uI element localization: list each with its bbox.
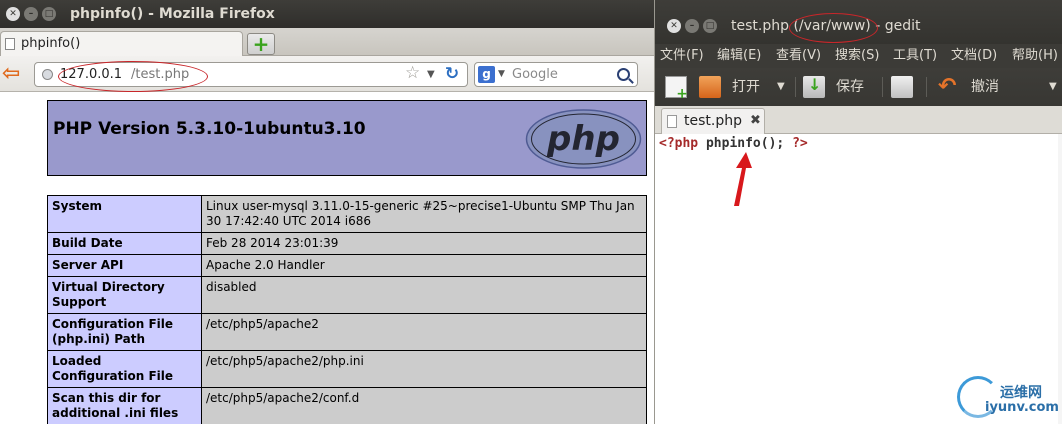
close-icon[interactable]: ✕ (667, 19, 681, 33)
firefox-title-bar: ✕ – □ phpinfo() - Mozilla Firefox (0, 0, 654, 28)
php-logo-icon: php (525, 109, 642, 169)
php-open-tag: <?php (659, 136, 699, 151)
maximize-icon[interactable]: □ (42, 7, 56, 21)
title-app: - gedit (875, 18, 921, 34)
new-tab-button[interactable]: + (247, 33, 275, 55)
gedit-window: ✕ – □ test.php (/var/www) - gedit 文件(F) … (654, 0, 1062, 424)
tab-test-php[interactable]: test.php ✖ (661, 108, 765, 134)
row-key: System (47, 195, 202, 233)
phpinfo-header: PHP Version 5.3.10-1ubuntu3.10 php (47, 100, 647, 176)
menu-tools[interactable]: 工具(T) (893, 45, 937, 67)
firefox-window-title: phpinfo() - Mozilla Firefox (70, 6, 275, 22)
menu-edit[interactable]: 编辑(E) (717, 45, 761, 67)
new-document-icon[interactable] (665, 76, 688, 101)
chevron-down-icon[interactable]: ▼ (777, 68, 785, 106)
save-icon[interactable] (803, 76, 825, 98)
bookmark-star-icon[interactable]: ☆ (405, 62, 420, 85)
page-icon (5, 38, 15, 50)
gedit-toolbar: 打开 ▼ 保存 ↶ 撤消 ▼ (655, 68, 1062, 106)
save-button[interactable]: 保存 (836, 68, 864, 106)
search-placeholder: Google (512, 67, 558, 82)
open-button[interactable]: 打开 (732, 68, 760, 106)
watermark-cn: 运维网 (1000, 385, 1042, 401)
desktop: ✕ – □ phpinfo() - Mozilla Firefox phpinf… (0, 0, 1062, 424)
row-key: Loaded Configuration File (47, 350, 202, 388)
menu-search[interactable]: 搜索(S) (835, 45, 879, 67)
maximize-icon[interactable]: □ (703, 19, 717, 33)
table-row: Loaded Configuration File /etc/php5/apac… (47, 350, 647, 388)
close-icon[interactable]: ✕ (6, 7, 20, 21)
tab-label: test.php (684, 113, 742, 129)
menu-view[interactable]: 查看(V) (776, 45, 821, 67)
chevron-down-icon[interactable]: ▼ (498, 63, 505, 86)
table-row: Server API Apache 2.0 Handler (47, 254, 647, 277)
menu-file[interactable]: 文件(F) (660, 45, 704, 67)
title-file: test.php (731, 18, 789, 34)
annotation-arrow-icon (734, 152, 752, 206)
table-row: Configuration File (php.ini) Path /etc/p… (47, 313, 647, 351)
row-value: Feb 28 2014 23:01:39 (201, 232, 647, 255)
menu-help[interactable]: 帮助(H) (1012, 45, 1058, 67)
globe-icon (42, 69, 53, 80)
google-icon[interactable]: g (478, 66, 495, 83)
table-row: Scan this dir for additional .ini files … (47, 387, 647, 424)
toolbar-separator (882, 77, 883, 97)
php-function-call: phpinfo(); (705, 136, 785, 151)
open-icon[interactable] (699, 76, 721, 98)
table-row: System Linux user-mysql 3.11.0-15-generi… (47, 195, 647, 233)
chevron-down-icon[interactable]: ▼ (427, 63, 435, 86)
row-value: disabled (201, 276, 647, 314)
row-value: /etc/php5/apache2/conf.d (201, 387, 647, 424)
url-annotation-oval (58, 61, 208, 92)
undo-button[interactable]: 撤消 (971, 68, 999, 106)
tab-phpinfo[interactable]: phpinfo() (0, 31, 243, 57)
php-close-tag: ?> (792, 136, 808, 151)
row-value: Linux user-mysql 3.11.0-15-generic #25~p… (201, 195, 647, 233)
gedit-tab-strip: test.php ✖ (655, 106, 1062, 134)
row-key: Server API (47, 254, 202, 277)
watermark-en: iyunv.com (985, 400, 1059, 415)
print-icon[interactable] (891, 76, 913, 98)
row-key: Configuration File (php.ini) Path (47, 313, 202, 351)
firefox-tab-strip: phpinfo() + (0, 28, 654, 57)
gedit-menu-bar: 文件(F) 编辑(E) 查看(V) 搜索(S) 工具(T) 文档(D) 帮助(H… (655, 44, 1062, 68)
toolbar-separator (795, 77, 796, 97)
table-row: Virtual Directory Support disabled (47, 276, 647, 314)
close-tab-icon[interactable]: ✖ (750, 109, 761, 133)
back-arrow-icon[interactable]: ⇦ (2, 63, 26, 85)
row-value: Apache 2.0 Handler (201, 254, 647, 277)
page-title: PHP Version 5.3.10-1ubuntu3.10 (53, 119, 366, 139)
chevron-down-icon[interactable]: ▼ (1049, 68, 1057, 106)
minimize-icon[interactable]: – (24, 7, 38, 21)
code-line: <?php phpinfo(); ?> (659, 136, 808, 151)
reload-icon[interactable]: ↻ (442, 64, 462, 84)
watermark: 运维网 iyunv.com (955, 372, 1060, 422)
row-key: Virtual Directory Support (47, 276, 202, 314)
search-input[interactable]: g ▼ Google (474, 62, 638, 87)
menu-documents[interactable]: 文档(D) (951, 45, 997, 67)
row-value: /etc/php5/apache2 (201, 313, 647, 351)
toolbar-separator (926, 77, 927, 97)
row-value: /etc/php5/apache2/php.ini (201, 350, 647, 388)
search-icon[interactable] (617, 68, 630, 81)
document-icon (667, 115, 677, 128)
path-annotation-oval (789, 13, 878, 43)
row-key: Scan this dir for additional .ini files (47, 387, 202, 424)
php-logo-text: php (546, 119, 620, 159)
minimize-icon[interactable]: – (685, 19, 699, 33)
row-key: Build Date (47, 232, 202, 255)
phpinfo-table: System Linux user-mysql 3.11.0-15-generi… (47, 195, 647, 424)
undo-icon[interactable]: ↶ (938, 76, 960, 98)
table-row: Build Date Feb 28 2014 23:01:39 (47, 232, 647, 255)
tab-label: phpinfo() (21, 36, 81, 51)
page-content: PHP Version 5.3.10-1ubuntu3.10 php Syste… (0, 92, 654, 424)
